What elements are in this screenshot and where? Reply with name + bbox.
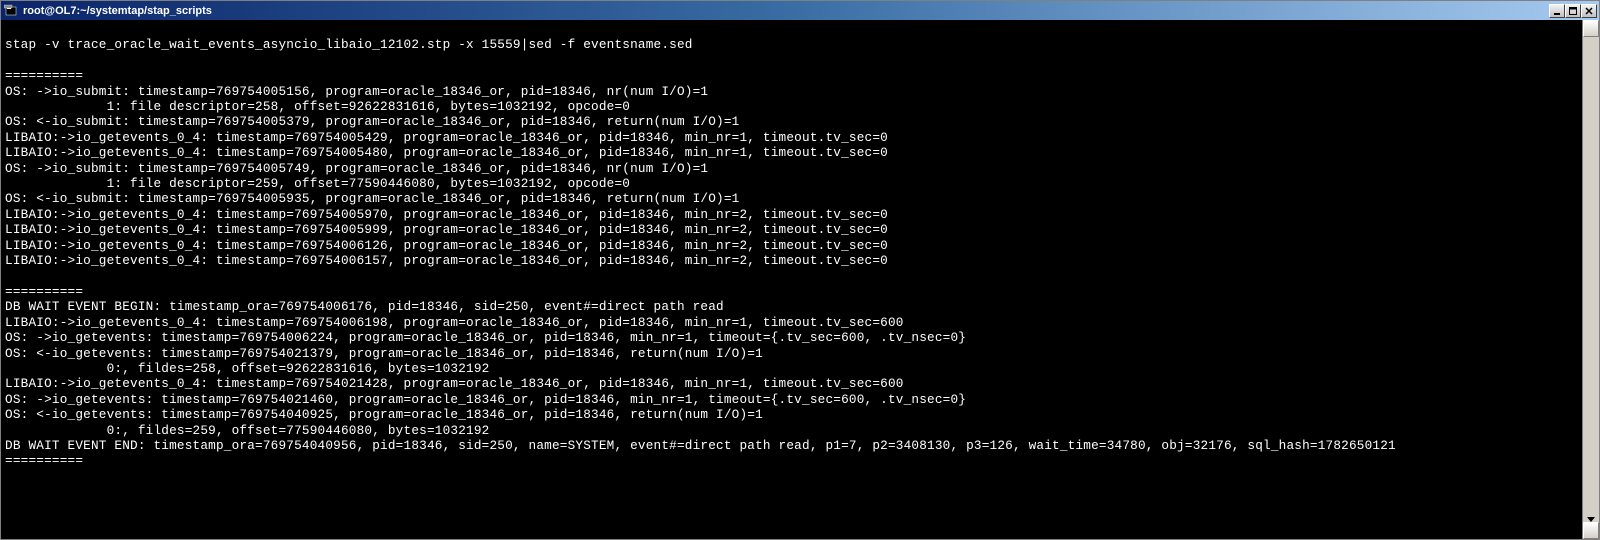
minimize-button[interactable] (1549, 4, 1565, 18)
window-controls (1549, 4, 1597, 18)
titlebar-left: root@OL7:~/systemtap/stap_scripts (3, 3, 212, 19)
window-title: root@OL7:~/systemtap/stap_scripts (23, 5, 212, 17)
scroll-down-button[interactable] (1583, 522, 1599, 539)
vertical-scrollbar[interactable] (1582, 20, 1599, 539)
scroll-up-button[interactable] (1583, 20, 1599, 37)
chevron-down-icon (1587, 522, 1595, 540)
titlebar[interactable]: root@OL7:~/systemtap/stap_scripts (1, 1, 1599, 20)
terminal-output[interactable]: stap -v trace_oracle_wait_events_asyncio… (1, 20, 1582, 539)
app-icon (3, 3, 19, 19)
chevron-up-icon (1587, 20, 1595, 38)
maximize-button[interactable] (1565, 4, 1581, 18)
terminal-window: root@OL7:~/systemtap/stap_scripts stap -… (0, 0, 1600, 540)
close-button[interactable] (1581, 4, 1597, 18)
terminal-area: stap -v trace_oracle_wait_events_asyncio… (1, 20, 1599, 539)
scroll-track[interactable] (1583, 37, 1599, 522)
